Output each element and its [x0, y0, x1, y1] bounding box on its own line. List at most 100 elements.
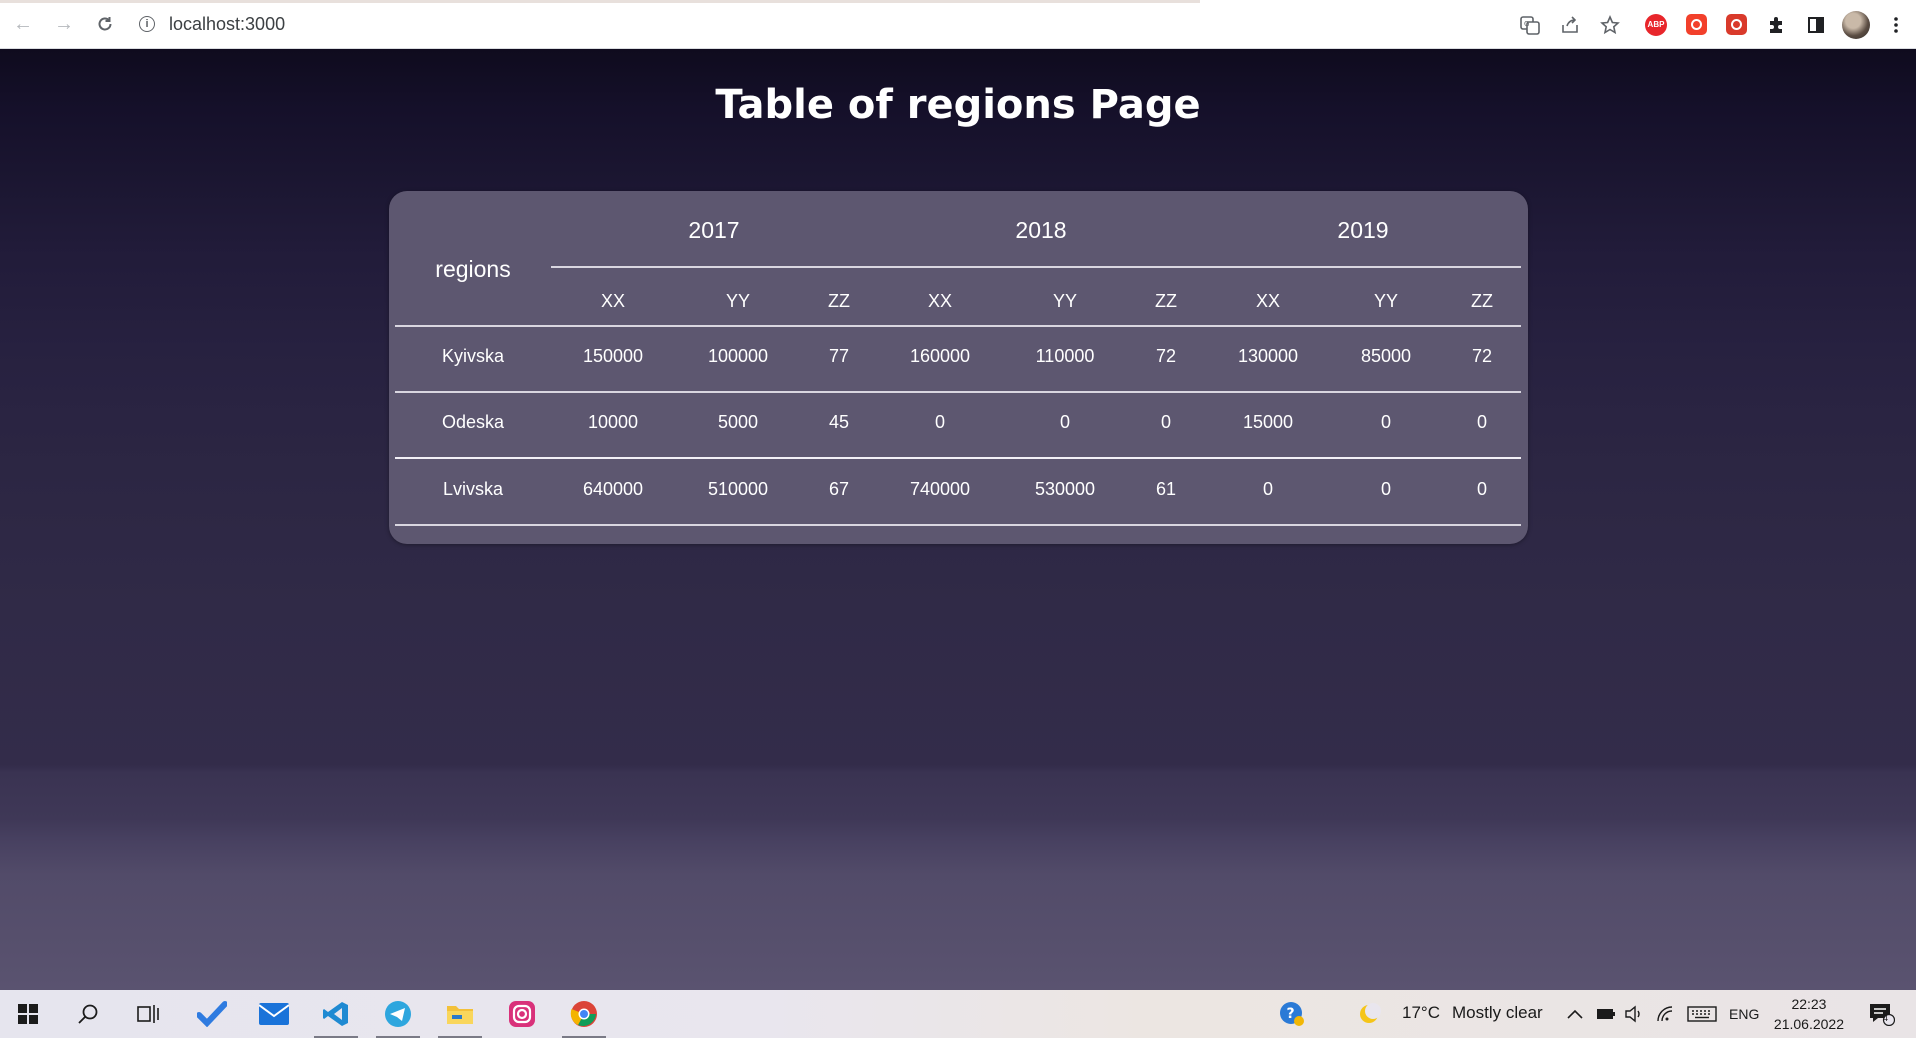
table-cell: 160000 — [909, 346, 971, 366]
region-name: Lvivska — [442, 479, 504, 499]
url-text: localhost:3000 — [169, 13, 286, 34]
table-cell: 110000 — [1035, 346, 1095, 366]
reload-icon — [98, 17, 112, 31]
vscode-icon — [323, 1002, 348, 1026]
weather-description[interactable]: Mostly clear — [1452, 1003, 1543, 1023]
browser-toolbar: ← → i localhost:3000 G ABP — [0, 0, 1916, 49]
task-view-button[interactable] — [122, 990, 174, 1038]
search-button[interactable] — [62, 990, 114, 1038]
notification-center-button[interactable]: 4 — [1862, 990, 1902, 1038]
table-cell: 77 — [828, 346, 850, 366]
header-divider — [551, 266, 1521, 268]
loading-bar — [0, 0, 1200, 3]
table-cell: 0 — [1380, 479, 1392, 499]
chevron-up-icon[interactable] — [1560, 990, 1590, 1038]
table-cell: 15000 — [1242, 412, 1294, 432]
table-cell: 0 — [1262, 479, 1274, 499]
table-cell: 72 — [1155, 346, 1177, 366]
table-cell: 640000 — [582, 479, 644, 499]
weather-icon[interactable] — [1352, 990, 1386, 1038]
share-icon[interactable] — [1550, 5, 1590, 45]
table-cell: 0 — [1476, 412, 1488, 432]
chrome-icon — [570, 1001, 597, 1027]
column-header: YY — [1373, 291, 1399, 311]
clock[interactable]: 22:23 21.06.2022 — [1774, 994, 1844, 1034]
telegram-icon — [385, 1001, 411, 1027]
table-cell: 0 — [1476, 479, 1488, 499]
adblock-icon[interactable]: ABP — [1636, 5, 1676, 45]
table-cell: 510000 — [707, 479, 769, 499]
translate-icon[interactable]: G — [1510, 5, 1550, 45]
taskbar-mail-app[interactable] — [248, 990, 300, 1038]
address-bar[interactable]: i localhost:3000 — [139, 7, 285, 41]
table-cell: 0 — [1380, 412, 1392, 432]
mail-icon — [259, 1003, 289, 1025]
column-header: ZZ — [828, 291, 850, 311]
taskbar-telegram-app[interactable] — [372, 990, 424, 1038]
search-icon — [78, 1004, 98, 1024]
forward-button[interactable]: → — [46, 6, 82, 42]
wifi-icon[interactable] — [1652, 990, 1680, 1038]
clock-date: 21.06.2022 — [1773, 1016, 1844, 1032]
site-info-icon[interactable]: i — [139, 16, 155, 32]
table-cell: 67 — [828, 479, 850, 499]
table-cell: 150000 — [582, 346, 644, 366]
column-header: XX — [600, 291, 626, 311]
svg-text:?: ? — [1287, 1006, 1295, 1022]
opera-icon[interactable] — [1676, 5, 1716, 45]
extension-red-icon[interactable] — [1716, 5, 1756, 45]
taskbar-vscode-app[interactable] — [310, 990, 362, 1038]
taskbar-explorer-app[interactable] — [434, 990, 486, 1038]
year-header: 2018 — [1015, 217, 1067, 243]
taskbar-chrome-app[interactable] — [558, 990, 610, 1038]
column-header: XX — [927, 291, 953, 311]
table-cell: 740000 — [909, 479, 971, 499]
row-divider — [395, 391, 1521, 393]
row-divider — [395, 524, 1521, 526]
instagram-icon — [509, 1001, 535, 1027]
table-cell: 0 — [934, 412, 946, 432]
volume-icon[interactable] — [1620, 990, 1648, 1038]
regions-header: regions — [435, 256, 511, 282]
column-header: ZZ — [1155, 291, 1177, 311]
battery-icon[interactable] — [1592, 990, 1620, 1038]
taskbar-instagram-app[interactable] — [496, 990, 548, 1038]
checkmark-icon — [197, 1001, 227, 1027]
side-panel-icon[interactable] — [1796, 5, 1836, 45]
notification-icon — [1870, 1004, 1895, 1026]
region-name: Odeska — [441, 412, 505, 432]
table-cell: 100000 — [707, 346, 769, 366]
column-header: YY — [1052, 291, 1078, 311]
table-cell: 45 — [828, 412, 850, 432]
help-app-button[interactable]: ? — [1266, 990, 1318, 1038]
row-divider — [395, 457, 1521, 459]
taskbar-todo-app[interactable] — [186, 990, 238, 1038]
chrome-menu-button[interactable] — [1876, 5, 1916, 45]
reload-button[interactable] — [87, 6, 123, 42]
weather-temperature[interactable]: 17°C — [1402, 1003, 1440, 1023]
windows-taskbar: ? 17°C Mostly clear ENG 22:23 21.06.2022… — [0, 990, 1916, 1038]
help-icon: ? — [1280, 1002, 1304, 1026]
svg-text:G: G — [1524, 20, 1529, 28]
more-vertical-icon — [1894, 16, 1898, 33]
region-name: Kyivska — [441, 346, 505, 366]
language-indicator[interactable]: ENG — [1729, 1006, 1759, 1022]
back-button[interactable]: ← — [5, 6, 41, 42]
clock-time: 22:23 — [1791, 996, 1827, 1012]
table-cell: 5000 — [717, 412, 759, 432]
table-cell: 61 — [1155, 479, 1177, 499]
task-view-icon — [137, 1005, 159, 1023]
page-title: Table of regions Page — [715, 82, 1201, 128]
start-button[interactable] — [2, 990, 54, 1038]
table-cell: 530000 — [1034, 479, 1096, 499]
row-divider — [395, 325, 1521, 327]
regions-table: regions 2017 2018 2019 XX YY ZZ XX YY ZZ… — [389, 191, 1528, 544]
puzzle-icon[interactable] — [1756, 5, 1796, 45]
keyboard-icon[interactable] — [1684, 990, 1720, 1038]
profile-avatar[interactable] — [1836, 5, 1876, 45]
table-cell: 85000 — [1360, 346, 1412, 366]
table-cell: 72 — [1471, 346, 1493, 366]
folder-icon — [447, 1006, 473, 1024]
column-header: YY — [725, 291, 751, 311]
bookmark-star-icon[interactable] — [1590, 5, 1630, 45]
